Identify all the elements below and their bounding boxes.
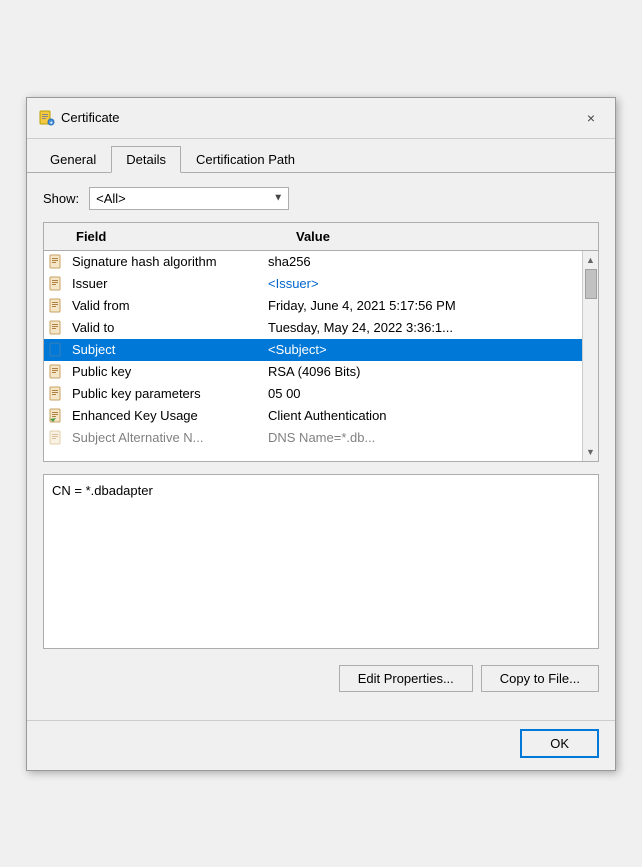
value-column-header: Value [288,227,582,246]
title-bar-left: ★ Certificate [39,110,120,126]
ok-button[interactable]: OK [520,729,599,758]
scroll-up-arrow[interactable]: ▲ [586,253,595,267]
field-value-3: Tuesday, May 24, 2022 3:36:1... [264,318,582,337]
row-icon-7 [44,408,68,424]
field-value-1: <Issuer> [264,274,582,293]
row-icon-6 [44,386,68,402]
fields-list-body: Signature hash algorithm sha256 [44,251,582,461]
row-icon-5 [44,364,68,380]
list-item[interactable]: Issuer <Issuer> [44,273,582,295]
field-name-6: Public key parameters [68,384,264,403]
copy-to-file-button[interactable]: Copy to File... [481,665,599,692]
ok-row: OK [27,720,615,770]
scrollbar[interactable]: ▲ ▼ [582,251,598,461]
certificate-icon: ★ [39,110,55,126]
list-item[interactable]: Subject Alternative N... DNS Name=*.db..… [44,427,582,449]
list-item[interactable]: Valid to Tuesday, May 24, 2022 3:36:1... [44,317,582,339]
field-value-6: 05 00 [264,384,582,403]
row-icon-1 [44,276,68,292]
field-value-8: DNS Name=*.db... [264,428,582,447]
tab-content: Show: <All> Version 1 Fields Only Extens… [27,173,615,720]
scroll-thumb[interactable] [585,269,597,299]
row-icon-0 [44,254,68,270]
field-name-0: Signature hash algorithm [68,252,264,271]
field-value-7: Client Authentication [264,406,582,425]
scroll-down-arrow[interactable]: ▼ [586,445,595,459]
field-name-7: Enhanced Key Usage [68,406,264,425]
field-column-header: Field [68,227,288,246]
tab-certification-path[interactable]: Certification Path [181,146,310,173]
title-bar: ★ Certificate × [27,98,615,139]
tab-general[interactable]: General [35,146,111,173]
show-select[interactable]: <All> Version 1 Fields Only Extensions O… [89,187,289,210]
field-name-4: Subject [68,340,264,359]
field-value-2: Friday, June 4, 2021 5:17:56 PM [264,296,582,315]
certificate-dialog: ★ Certificate × General Details Certific… [26,97,616,771]
show-select-wrapper[interactable]: <All> Version 1 Fields Only Extensions O… [89,187,289,210]
detail-content: CN = *.dbadapter [52,483,153,498]
edit-properties-button[interactable]: Edit Properties... [339,665,473,692]
row-icon-2 [44,298,68,314]
list-item[interactable]: Public key parameters 05 00 [44,383,582,405]
row-icon-4 [44,342,68,358]
row-icon-8 [44,430,68,446]
tab-bar: General Details Certification Path [27,139,615,173]
list-item[interactable]: Enhanced Key Usage Client Authentication [44,405,582,427]
close-button[interactable]: × [579,106,603,130]
detail-text-box: CN = *.dbadapter [43,474,599,649]
field-name-2: Valid from [68,296,264,315]
fields-list-container: Field Value [43,222,599,462]
list-item[interactable]: Signature hash algorithm sha256 [44,251,582,273]
row-icon-3 [44,320,68,336]
dialog-title: Certificate [61,110,120,125]
list-item[interactable]: Valid from Friday, June 4, 2021 5:17:56 … [44,295,582,317]
list-item[interactable]: Public key RSA (4096 Bits) [44,361,582,383]
action-buttons: Edit Properties... Copy to File... [43,665,599,692]
list-header: Field Value [44,223,598,251]
field-name-8: Subject Alternative N... [68,428,264,447]
field-name-1: Issuer [68,274,264,293]
field-name-3: Valid to [68,318,264,337]
field-value-4: <Subject> [264,340,582,359]
field-value-0: sha256 [264,252,582,271]
show-row: Show: <All> Version 1 Fields Only Extens… [43,187,599,210]
tab-details[interactable]: Details [111,146,181,173]
svg-text:★: ★ [50,120,54,125]
field-value-5: RSA (4096 Bits) [264,362,582,381]
list-item[interactable]: Subject <Subject> [44,339,582,361]
field-name-5: Public key [68,362,264,381]
show-label: Show: [43,191,79,206]
